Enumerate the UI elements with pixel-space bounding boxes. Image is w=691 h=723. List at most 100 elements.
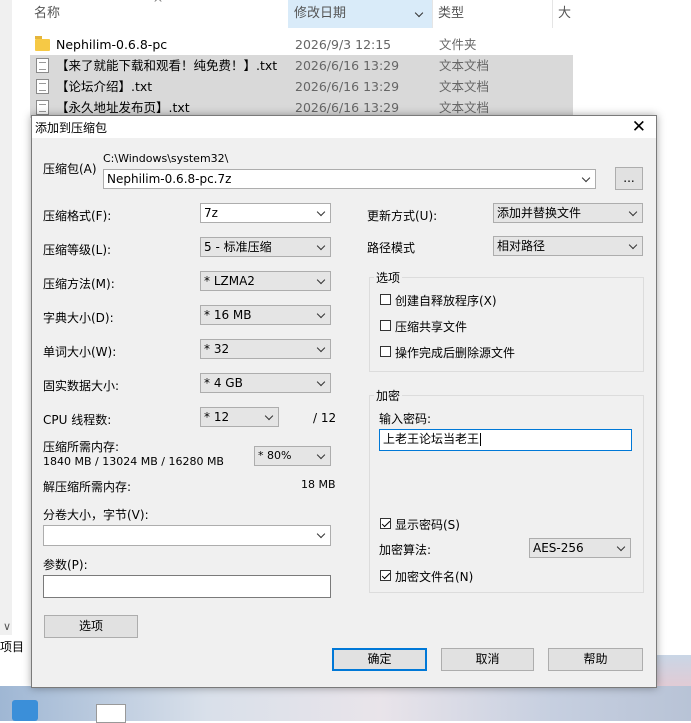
explorer-vertical-scrollbar[interactable] [0,0,12,635]
mem-compress-label: 压缩所需内存: [43,440,120,454]
file-name: 【来了就能下载和观看！纯免费！】.txt [56,58,278,73]
browse-button[interactable]: ... [615,167,643,190]
chevron-down-icon [616,539,627,557]
chevron-down-icon [264,408,275,426]
delete-source-label[interactable]: 操作完成后删除源文件 [395,344,515,361]
column-header-size[interactable]: 大 [558,0,571,28]
password-label: 输入密码: [379,412,432,426]
encryption-method-select[interactable]: AES-256 [529,538,631,558]
close-icon[interactable]: ✕ [632,116,646,138]
chevron-down-icon [316,238,327,256]
text-file-icon [36,58,49,73]
archive-name-combo[interactable]: Nephilim-0.6.8-pc.7z [103,169,596,189]
show-password-label[interactable]: 显示密码(S) [395,516,460,533]
chevron-down-icon[interactable] [581,170,592,188]
threads-max: / 12 [313,411,337,425]
scroll-down-arrow-icon[interactable]: ∨ [3,620,11,633]
params-label: 参数(P): [43,558,88,572]
update-mode-label: 更新方式(U): [367,209,438,223]
method-value: * LZMA2 [204,274,255,288]
options-button[interactable]: 选项 [44,615,138,638]
level-label: 压缩等级(L): [43,243,112,257]
path-mode-label: 路径模式 [367,241,416,255]
file-type: 文件夹 [439,37,477,52]
chevron-down-icon[interactable] [316,526,327,544]
volume-label: 分卷大小，字节(V): [43,508,149,522]
text-file-icon [36,79,49,94]
path-mode-value: 相对路径 [497,239,546,253]
archive-path: C:\Windows\system32\ [103,152,229,165]
show-password-checkbox[interactable] [380,518,391,529]
chevron-down-icon [316,204,327,222]
file-row[interactable]: Nephilim-0.6.8-pc 2026/9/3 12:15 文件夹 [30,34,573,55]
shared-checkbox[interactable] [380,320,391,331]
chevron-down-icon [316,306,327,324]
dict-label: 字典大小(D): [43,311,114,325]
file-date: 2026/9/3 12:15 [295,37,392,52]
chevron-down-icon [316,340,327,358]
word-label: 单词大小(W): [43,345,117,359]
sfx-label[interactable]: 创建自释放程序(X) [395,292,497,309]
chevron-down-icon [316,447,327,465]
threads-value: * 12 [204,410,230,424]
sort-up-icon: ^ [153,0,164,10]
desktop-folder-icon[interactable] [12,700,38,721]
level-value: 5 - 标准压缩 [204,240,272,254]
file-type: 文本文档 [439,79,490,94]
chevron-down-icon[interactable] [417,0,428,28]
archive-name-value: Nephilim-0.6.8-pc.7z [107,172,232,186]
params-input[interactable] [43,575,331,598]
column-header-type[interactable]: 类型 [438,0,464,28]
encrypt-names-checkbox[interactable] [380,570,391,581]
format-label: 压缩格式(F): [43,209,112,223]
mem-decompress-label: 解压缩所需内存: [43,480,132,494]
word-select[interactable]: * 32 [200,339,331,359]
update-mode-value: 添加并替换文件 [497,206,582,220]
threads-label: CPU 线程数: [43,413,112,427]
dict-select[interactable]: * 16 MB [200,305,331,325]
path-mode-select[interactable]: 相对路径 [493,236,643,256]
file-date: 2026/6/16 13:29 [295,79,400,94]
mem-percent-select[interactable]: * 80% [254,446,331,466]
chevron-down-icon [316,272,327,290]
encrypt-names-label[interactable]: 加密文件名(N) [395,568,473,585]
solid-label: 固实数据大小: [43,379,120,393]
cancel-button[interactable]: 取消 [441,648,534,671]
column-header-date-label: 修改日期 [294,6,347,21]
format-select[interactable]: 7z [200,203,331,223]
column-header-date[interactable]: 修改日期 [288,0,433,28]
encryption-group-label: 加密 [374,387,403,404]
file-row[interactable]: 【来了就能下载和观看！纯免费！】.txt 2026/6/16 13:29 文本文… [30,55,573,76]
encryption-method-value: AES-256 [533,541,584,555]
solid-value: * 4 GB [204,376,243,390]
password-input[interactable]: 上老王论坛当老王 [379,429,632,451]
archive-label: 压缩包(A) [43,162,97,176]
shared-label[interactable]: 压缩共享文件 [395,318,467,335]
mem-decompress-value: 18 MB [301,478,336,491]
chevron-down-icon [628,204,639,222]
dict-value: * 16 MB [204,308,252,322]
folder-icon [35,36,50,51]
desktop-file-icon[interactable] [96,704,126,723]
level-select[interactable]: 5 - 标准压缩 [200,237,331,257]
delete-source-checkbox[interactable] [380,346,391,357]
column-header-name[interactable]: 名称 [34,0,60,28]
file-name: Nephilim-0.6.8-pc [56,37,168,52]
volume-combo[interactable] [43,525,331,546]
help-button[interactable]: 帮助 [548,648,643,671]
chevron-down-icon [316,374,327,392]
mem-percent-value: * 80% [258,449,292,462]
ok-button[interactable]: 确定 [332,648,427,671]
file-date: 2026/6/16 13:29 [295,58,400,73]
chevron-down-icon [628,237,639,255]
solid-select[interactable]: * 4 GB [200,373,331,393]
method-label: 压缩方法(M): [43,277,115,291]
update-mode-select[interactable]: 添加并替换文件 [493,203,643,223]
sfx-checkbox[interactable] [380,294,391,305]
word-value: * 32 [204,342,230,356]
file-name: 【论坛介绍】.txt [56,79,153,94]
dialog-titlebar[interactable]: 添加到压缩包 ✕ [32,116,656,138]
file-row[interactable]: 【论坛介绍】.txt 2026/6/16 13:29 文本文档 [30,76,573,97]
threads-select[interactable]: * 12 [200,407,279,427]
method-select[interactable]: * LZMA2 [200,271,331,291]
